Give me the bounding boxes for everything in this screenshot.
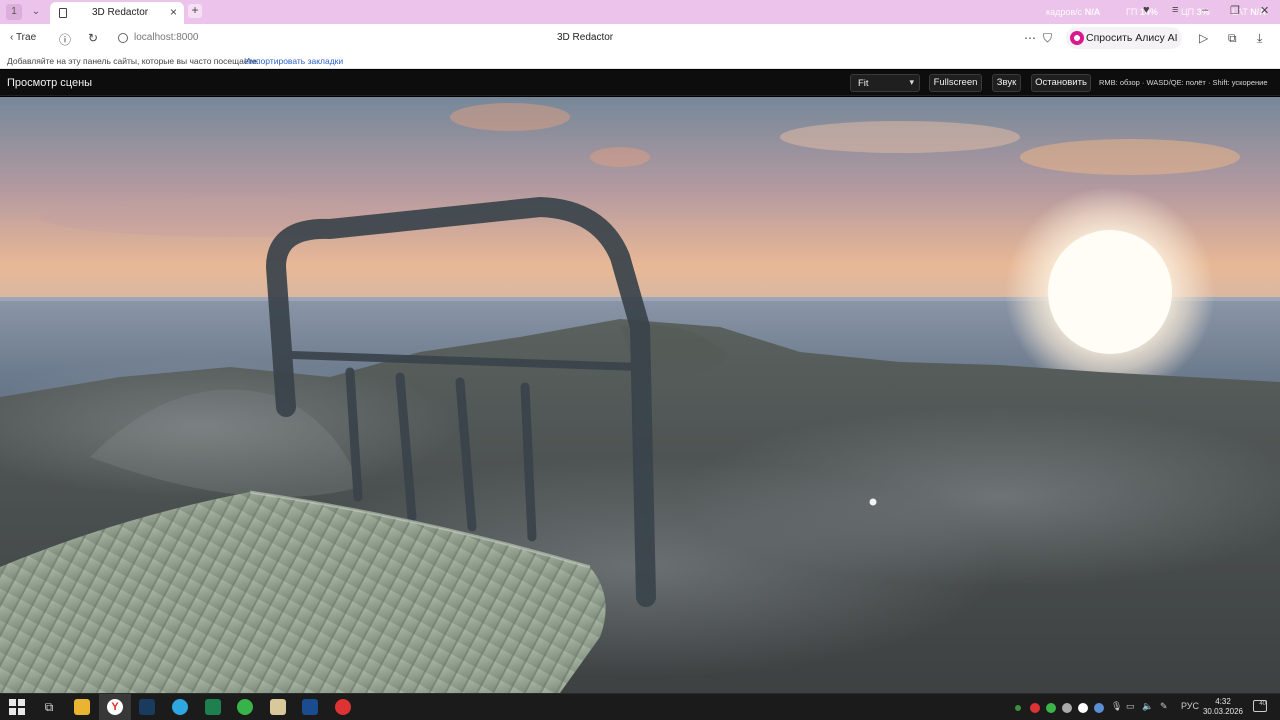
restore-icon[interactable]: ❐ [1230, 4, 1240, 17]
tray-app-icon[interactable] [1030, 703, 1040, 713]
tray-steam-icon[interactable] [1094, 703, 1104, 713]
tray-yandex-icon[interactable] [1078, 703, 1088, 713]
controls-hint: RMB: обзор · WASD/QE: полёт · Shift: уск… [1099, 78, 1268, 87]
minimize-icon[interactable]: – [1202, 4, 1208, 16]
chevron-down-icon[interactable]: ⌄ [28, 4, 44, 20]
volume-icon[interactable]: 🔈 [1142, 701, 1153, 712]
stop-button[interactable]: Остановить [1031, 74, 1091, 92]
download-icon[interactable]: ⤓ [1257, 31, 1262, 46]
scene-viewport[interactable] [0, 97, 1280, 693]
time: 4:32 [1215, 697, 1231, 706]
utorrent-icon[interactable] [237, 699, 253, 715]
address-bar: ‹ Trae ⓘ ↻ localhost:8000 3D Redactor ⋯ … [0, 24, 1280, 53]
windows-start-icon[interactable] [9, 699, 25, 715]
task-view-icon[interactable]: ⧉ [41, 699, 57, 715]
sound-button[interactable]: Звук [992, 74, 1021, 92]
yandex-browser-icon[interactable]: Y [107, 699, 123, 715]
microphone-icon[interactable]: 🎙 [1111, 701, 1122, 712]
chevron-down-icon: ▾ [909, 77, 914, 87]
app-icon[interactable] [270, 699, 286, 715]
language-indicator[interactable]: РУС [1181, 701, 1199, 711]
more-icon[interactable]: ⋯ [1024, 31, 1036, 45]
collections-icon[interactable]: ⧉ [1228, 31, 1237, 46]
fit-select[interactable]: Fit ▾ [850, 74, 920, 92]
close-tab-icon[interactable]: × [170, 5, 177, 19]
url-field[interactable]: localhost:8000 [134, 32, 199, 43]
steam-icon[interactable] [139, 699, 155, 715]
bookmarks-hint: Добавляйте на эту панель сайты, которые … [7, 56, 260, 66]
clock[interactable]: 4:32 30.03.2026 [1202, 697, 1244, 717]
document-icon [59, 8, 67, 18]
browser-tab[interactable]: 3D Redactor × [50, 2, 184, 24]
notification-icon[interactable]: 40 [1253, 700, 1267, 712]
steam-icon-2[interactable] [302, 699, 318, 715]
tray-app-icon-3[interactable] [1062, 703, 1072, 713]
media-icon[interactable]: ▷ [1199, 31, 1208, 45]
close-window-icon[interactable]: ✕ [1260, 4, 1269, 17]
bookmarks-bar: Добавляйте на эту панель сайты, которые … [0, 53, 1280, 69]
date: 30.03.2026 [1202, 707, 1244, 716]
tray-arrow-icon[interactable] [1015, 705, 1021, 711]
import-bookmarks-link[interactable]: Импортировать закладки [244, 56, 343, 66]
new-tab-button[interactable]: + [188, 4, 202, 18]
alice-icon [1070, 31, 1084, 45]
scene-canvas[interactable] [0, 97, 1280, 693]
terminal-icon[interactable] [205, 699, 221, 715]
taskbar: ⧉ Y 🎙 ▭ 🔈 ✎ РУС 4:32 30.03.2026 40 [0, 693, 1280, 720]
menu-icon[interactable]: ≡ [1172, 4, 1178, 16]
app-title: Просмотр сцены [7, 77, 93, 89]
pen-icon[interactable]: ✎ [1160, 701, 1168, 712]
ask-alice-button[interactable]: Спросить Алису AI [1066, 27, 1182, 49]
page-title: 3D Redactor [557, 32, 614, 43]
telegram-icon[interactable] [172, 699, 188, 715]
globe-icon [118, 33, 128, 43]
fullscreen-button[interactable]: Fullscreen [929, 74, 982, 92]
heart-icon[interactable]: ♥ [1143, 4, 1150, 16]
media-player-icon[interactable] [335, 699, 351, 715]
tray-app-icon-2[interactable] [1046, 703, 1056, 713]
browser-tab-strip: 1 ⌄ 3D Redactor × + кадров/с N/A ГП 14% … [0, 0, 1280, 24]
tab-title: 3D Redactor [92, 7, 149, 18]
bookmark-icon[interactable]: ⛉ [1043, 31, 1052, 46]
stat-gpu: ГП 14% [1126, 7, 1158, 17]
reload-icon[interactable]: ↻ [88, 31, 98, 45]
stat-fps: кадров/с N/A [1046, 7, 1101, 17]
tab-counter-button[interactable]: 1 [6, 4, 22, 20]
display-icon[interactable]: ▭ [1126, 701, 1135, 712]
app-toolbar: Просмотр сцены Fit ▾ Fullscreen Звук Ост… [0, 70, 1280, 96]
back-button[interactable]: ‹ Trae [10, 32, 36, 43]
file-explorer-icon[interactable] [74, 699, 90, 715]
protect-icon[interactable]: ⓘ [59, 31, 71, 48]
